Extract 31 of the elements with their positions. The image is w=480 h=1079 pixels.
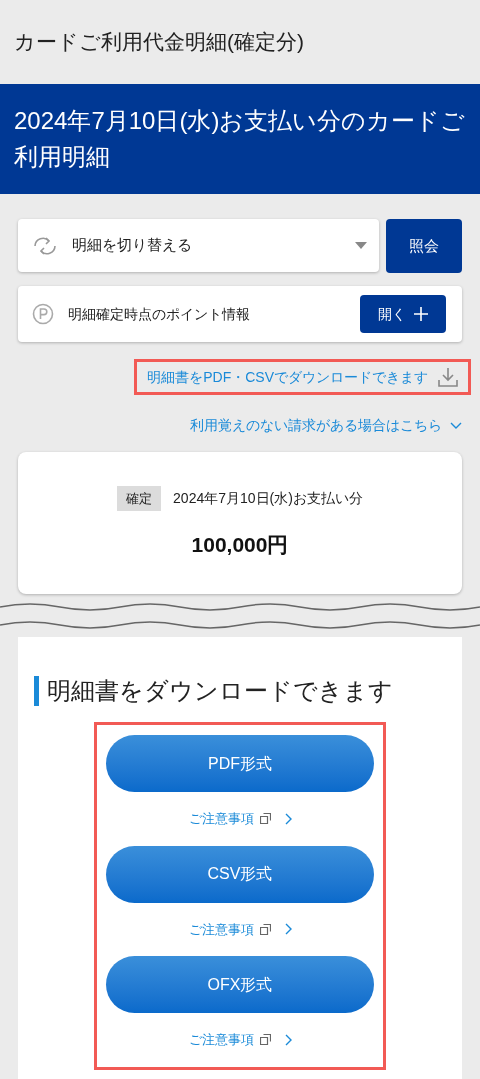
link[interactable]: 利用覚えのない請求がある場合はこちら: [190, 414, 442, 436]
points-label: 明細確定時点のポイント情報: [68, 304, 251, 324]
open-button[interactable]: 開く: [360, 295, 446, 333]
download-icon: [438, 367, 458, 387]
format-button[interactable]: OFX形式: [106, 956, 374, 1013]
dropdown-caret-icon: [355, 242, 367, 249]
external-window-icon: [259, 1034, 271, 1046]
heading-accent: [34, 676, 39, 706]
section-heading: 明細書をダウンロードできます: [47, 676, 393, 706]
plus-icon: [414, 307, 428, 321]
chevron-right-icon: [284, 1033, 292, 1046]
status-badge: 確定: [117, 485, 162, 511]
format-button[interactable]: PDF形式: [106, 735, 374, 792]
notes-link[interactable]: ご注意事項: [188, 1030, 254, 1050]
statement-select[interactable]: 明細を切り替える: [18, 219, 379, 272]
format-button[interactable]: CSV形式: [106, 845, 374, 903]
switch-icon: [32, 234, 58, 257]
chevron-right-icon: [284, 923, 292, 936]
payment-date: 2024年7月10日(水)お支払い分: [173, 488, 363, 508]
page-title: カードご利用代金明細(確定分): [14, 29, 304, 56]
banner-title: 2024年7月10日(水)お支払い分のカードご利用明細: [14, 106, 466, 172]
notes-link[interactable]: ご注意事項: [188, 919, 254, 939]
external-window-icon: [259, 813, 271, 825]
notes-link[interactable]: ご注意事項: [188, 809, 254, 829]
inquiry-button[interactable]: 照会: [386, 219, 462, 273]
amount: 100,000円: [191, 532, 289, 558]
external-window-icon: [259, 923, 271, 935]
link[interactable]: 明細書をPDF・CSVでダウンロードできます: [147, 366, 428, 388]
point-icon: [32, 303, 54, 325]
chevron-right-icon: [284, 812, 292, 825]
chevron-down-icon: [450, 421, 462, 429]
